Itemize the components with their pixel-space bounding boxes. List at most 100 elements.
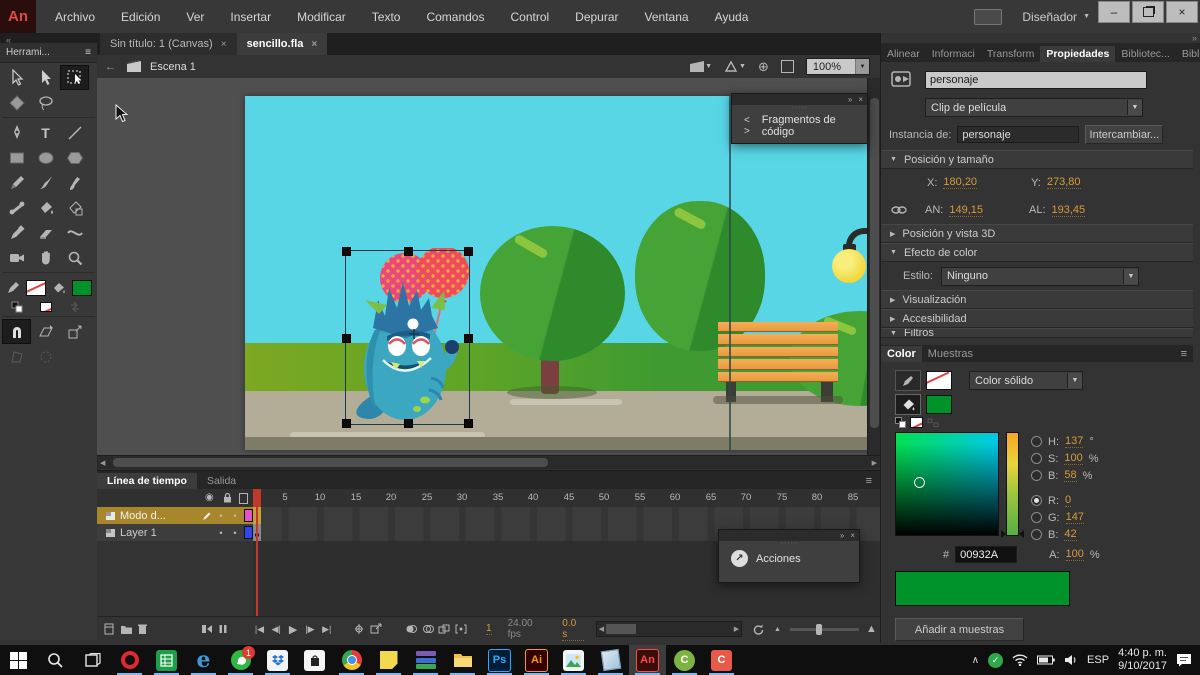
r-radio[interactable]	[1031, 495, 1042, 506]
timeline-ruler[interactable]: ◉ 1 5 10 15 20 25 30 35 40 45 50 55 60 6…	[97, 489, 880, 508]
selection-handle[interactable]	[464, 334, 473, 343]
vscroll-thumb[interactable]	[870, 98, 879, 428]
paint-bucket-tool[interactable]	[31, 195, 60, 220]
panel-collapse-icon[interactable]: »	[848, 95, 852, 104]
rotate-skew-option[interactable]	[31, 319, 60, 344]
link-width-height-icon[interactable]	[891, 205, 907, 215]
code-snippets-panel[interactable]: » × ····· < > Fragmentos de código	[731, 93, 868, 144]
selection-box[interactable]	[345, 250, 470, 425]
panel-collapse-icon[interactable]: »	[840, 531, 844, 540]
lock-dot[interactable]: •	[230, 528, 240, 538]
scene-name[interactable]: Escena 1	[150, 61, 196, 73]
frame-zoom-handle[interactable]	[816, 624, 822, 635]
panel-menu-icon[interactable]: ≡	[85, 47, 91, 58]
step-forward-button[interactable]: |▶	[302, 624, 319, 635]
visibility-dot[interactable]: •	[216, 511, 226, 521]
fill-color-swatch[interactable]	[926, 395, 952, 414]
step-back-button[interactable]: ◀|	[268, 624, 285, 635]
hex-input[interactable]	[955, 546, 1017, 563]
s-value[interactable]: 100	[1064, 452, 1082, 465]
back-icon[interactable]: ←	[105, 61, 116, 73]
first-frame-button[interactable]: |◀	[251, 624, 268, 635]
section-filters[interactable]: ▼ Filtros	[881, 328, 1193, 338]
section-position-size[interactable]: ▼ Posición y tamaño	[881, 150, 1193, 169]
close-button[interactable]: ×	[1166, 1, 1198, 23]
panel-menu-icon[interactable]: ≡	[858, 473, 880, 489]
task-view-icon[interactable]	[74, 645, 111, 675]
no-color-icon[interactable]	[31, 300, 60, 314]
subselection-tool[interactable]	[31, 65, 60, 90]
edit-multiple-frames-button[interactable]	[438, 623, 455, 635]
gradient-transform-tool[interactable]	[2, 90, 31, 115]
restore-button[interactable]	[1132, 1, 1164, 23]
code-snippets-title[interactable]: Fragmentos de código	[762, 114, 855, 138]
store-icon[interactable]	[296, 645, 333, 675]
b-radio[interactable]	[1031, 470, 1042, 481]
color-field-cursor[interactable]	[914, 477, 925, 488]
selection-tool[interactable]	[2, 65, 31, 90]
battery-icon[interactable]	[1037, 655, 1055, 665]
opera-icon[interactable]	[111, 645, 148, 675]
hue-handle-left[interactable]	[1001, 530, 1006, 538]
bone-tool[interactable]	[2, 195, 31, 220]
elapsed-time-value[interactable]: 0.0 s	[562, 618, 583, 641]
zoom-out-frames-icon[interactable]: ▲	[769, 626, 786, 633]
current-frame-value[interactable]: 1	[486, 623, 492, 635]
onion-outline-button[interactable]	[422, 623, 439, 635]
instance-name-input[interactable]	[925, 71, 1147, 89]
delete-layer-button[interactable]	[137, 623, 154, 635]
new-folder-button[interactable]	[120, 624, 137, 635]
height-value[interactable]: 193,45	[1052, 204, 1086, 217]
layer-row-layer1[interactable]: Layer 1 • •	[97, 524, 253, 541]
selection-handle[interactable]	[404, 419, 413, 428]
selection-handle[interactable]	[404, 247, 413, 256]
edit-symbols-icon[interactable]: ▼	[724, 60, 746, 73]
photos-icon[interactable]	[555, 645, 592, 675]
start-button[interactable]	[0, 645, 37, 675]
frame-zoom-slider[interactable]	[790, 628, 859, 631]
tab-transformar[interactable]: Transform	[981, 46, 1040, 62]
zoom-in-frames-icon[interactable]: ▲	[863, 623, 880, 635]
menu-comandos[interactable]: Comandos	[413, 0, 497, 33]
h-radio[interactable]	[1031, 436, 1042, 447]
tab-muestras[interactable]: Muestras	[922, 346, 979, 362]
s-radio[interactable]	[1031, 453, 1042, 464]
sync-tray-icon[interactable]: ✓	[988, 653, 1003, 668]
y-value[interactable]: 273,80	[1047, 176, 1081, 189]
center-stage-icon[interactable]: ⊕	[758, 59, 769, 75]
rectangle-tool[interactable]	[2, 145, 31, 170]
section-position-3d[interactable]: ▶ Posición y vista 3D	[881, 224, 1193, 243]
hue-slider[interactable]	[1006, 432, 1019, 536]
center-playhead-button[interactable]	[201, 623, 218, 635]
no-color-icon[interactable]	[910, 417, 923, 428]
stage-vscrollbar[interactable]	[867, 78, 881, 455]
illustrator-icon[interactable]: Ai	[518, 645, 555, 675]
edit-scene-icon[interactable]: ▼	[689, 60, 712, 73]
swap-colors-icon[interactable]	[60, 300, 89, 314]
tab-color[interactable]: Color	[881, 346, 922, 362]
hand-tool[interactable]	[31, 245, 60, 270]
g-value[interactable]: 147	[1066, 511, 1084, 524]
notification-center-icon[interactable]	[1176, 653, 1192, 667]
actions-panel[interactable]: » × ····· ↗ Acciones	[718, 529, 860, 583]
clip-content-icon[interactable]	[781, 60, 794, 73]
close-icon[interactable]: ×	[858, 95, 863, 104]
fill-color-icon[interactable]	[895, 394, 921, 415]
pencil-tool[interactable]	[2, 170, 31, 195]
sticky-notes-icon[interactable]	[370, 645, 407, 675]
layer-row-modo[interactable]: Modo d... • •	[97, 507, 253, 524]
selection-handle[interactable]	[342, 334, 351, 343]
panel-collapse-icon[interactable]: »	[1192, 33, 1197, 43]
language-indicator[interactable]: ESP	[1087, 654, 1109, 666]
doc-tab-sencillo[interactable]: sencillo.fla×	[237, 33, 328, 55]
lasso-tool[interactable]	[31, 90, 60, 115]
onion-center-button[interactable]	[353, 623, 370, 635]
chrome-icon[interactable]	[333, 645, 370, 675]
file-explorer-icon[interactable]	[444, 645, 481, 675]
tab-biblioteca1[interactable]: Bibliotec...	[1115, 46, 1175, 62]
style-dropdown[interactable]: Ninguno ▼	[941, 267, 1139, 286]
export-frame-button[interactable]	[370, 623, 387, 635]
close-tab-icon[interactable]: ×	[221, 39, 227, 50]
menu-archivo[interactable]: Archivo	[42, 0, 108, 33]
doc-tab-canvas[interactable]: Sin título: 1 (Canvas)×	[100, 33, 237, 55]
